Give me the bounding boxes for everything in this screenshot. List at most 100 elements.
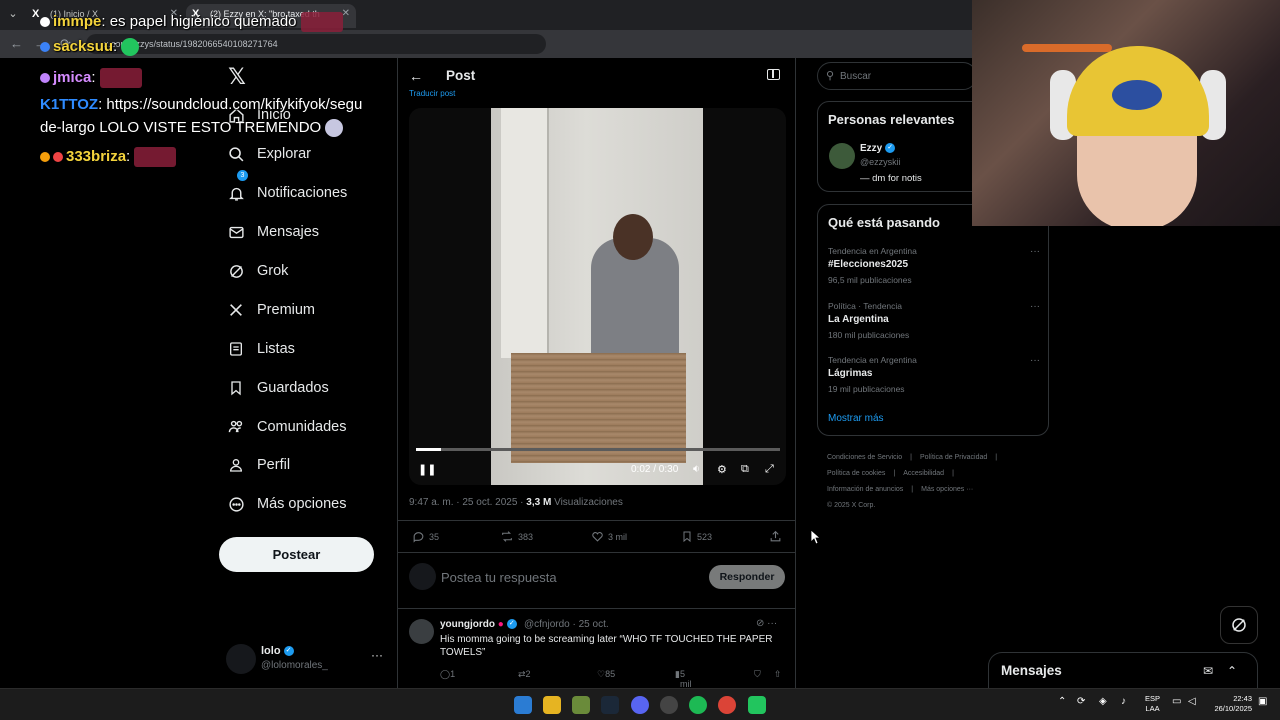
chrome-icon[interactable] [718,696,736,714]
windows-start-icon[interactable] [514,696,532,714]
reply-button[interactable]: Responder [709,565,785,589]
sync-icon[interactable]: ⟳ [1077,696,1085,707]
volume-icon[interactable]: ◁ [1188,696,1196,707]
more-horizontal-icon[interactable]: ··· [371,648,383,662]
sidebar-item-label: Mensajes [257,224,320,241]
like-action[interactable]: 3 mil [591,530,627,543]
people-icon [227,418,245,436]
grok-more-icons[interactable]: ⊘ ··· [756,618,777,629]
app-icon[interactable] [572,696,590,714]
post-button[interactable]: Postear [219,537,374,572]
bookmark-icon [683,531,691,543]
kick-icon[interactable] [748,696,766,714]
trend-count: 19 mil publicaciones [828,384,905,394]
cookies-link[interactable]: Política de cookies [827,470,885,477]
discord-icon[interactable] [631,696,649,714]
relevant-name[interactable]: Ezzy ✓ [860,143,896,154]
like-count[interactable]: ♡ 85 [597,669,615,680]
account-switcher[interactable]: lolo ✓ @lolomorales_ ··· [226,642,386,678]
sidebar-item-comunidades[interactable]: Comunidades [220,407,390,446]
language-indicator[interactable]: ESP LAA [1145,694,1160,714]
reply-count[interactable]: ◯ 1 [440,669,455,680]
sidebar-item-mensajes[interactable]: Mensajes [220,213,390,252]
chat-message: K1TTOZ: https://soundcloud.com/kifykifyo… [40,96,363,113]
notification-icon[interactable]: ▣ [1258,696,1267,707]
picture-in-picture-icon[interactable]: ⧉ [741,463,749,476]
microphone-icon[interactable]: ♪ [1121,696,1126,707]
sidebar-item-explorar[interactable]: Explorar [220,135,390,174]
privacy-link[interactable]: Política de Privacidad [920,454,987,461]
search-box[interactable]: ⚲ Buscar [817,62,977,90]
show-more-link[interactable]: Mostrar más [828,413,884,424]
ads-info-link[interactable]: Información de anuncios [827,486,903,493]
bookmark-action[interactable]: 523 [681,530,712,543]
view-count[interactable]: ▮ 5 mil [675,669,691,688]
sidebar-item-premium[interactable]: Premium [220,290,390,329]
bookmark-icon [227,379,245,397]
pause-icon[interactable]: ❚❚ [418,463,436,476]
sidebar-item-mas-opciones[interactable]: Más opciones [220,485,390,524]
reply-action[interactable]: 35 [412,530,439,543]
file-explorer-icon[interactable] [543,696,561,714]
webcam-decor [1022,44,1112,52]
video-player[interactable]: ❚❚ 0:02 / 0:30 🔉︎ ⚙︎ ⧉ ⤢ [409,108,786,485]
tab-close-icon[interactable]: ✕ [342,4,350,24]
account-handle: @lolomorales_ [261,660,328,671]
sidebar-item-listas[interactable]: Listas [220,329,390,368]
url-field[interactable]: x.com/ezzys/status/1982066540108271764 [86,34,546,54]
more-horizontal-icon[interactable]: ··· [1030,355,1040,366]
new-message-icon[interactable]: ✉ [1203,664,1213,678]
video-progress-fill [416,448,442,451]
sidebar-item-guardados[interactable]: Guardados [220,368,390,407]
more-options-link[interactable]: Más opciones ··· [921,486,973,493]
page-title: Post [446,68,476,83]
chat-badge-icon [40,42,50,53]
x-logo-icon[interactable]: 𝕏 [224,64,250,90]
reader-mode-icon[interactable] [767,69,780,80]
chevron-up-icon[interactable]: ⌃ [1058,696,1066,707]
sidebar-item-perfil[interactable]: Perfil [220,446,390,485]
sidebar-item-notificaciones[interactable]: 3 Notificaciones [220,169,390,213]
reply-input[interactable]: Postea tu respuesta [441,570,557,585]
shield-icon[interactable]: ◈ [1099,696,1107,707]
clock[interactable]: 22:43 26/10/2025 [1208,694,1252,714]
obs-icon[interactable] [660,696,678,714]
video-paper-stack [511,353,686,463]
steam-icon[interactable] [601,696,619,714]
video-progress-bar[interactable] [416,448,780,451]
share-icon[interactable]: ⇧ [774,669,782,680]
more-horizontal-icon[interactable]: ··· [1030,301,1040,312]
trend-item[interactable]: Tendencia en Argentina Lágrimas 19 mil p… [828,355,1040,405]
trend-item[interactable]: Tendencia en Argentina #Elecciones2025 9… [828,246,1040,296]
messages-drawer[interactable]: Mensajes ✉ ⌃ [988,652,1258,692]
grok-button[interactable] [1220,606,1258,644]
terms-link[interactable]: Condiciones de Servicio [827,454,902,461]
avatar[interactable] [829,143,855,169]
settings-gear-icon[interactable]: ⚙︎ [717,463,727,476]
more-horizontal-icon[interactable]: ··· [1030,246,1040,257]
reply-post[interactable]: youngjordo ● ✓ @cfnjordo · 25 oct. ⊘ ··· … [398,608,795,688]
trend-item[interactable]: Política · Tendencia La Argentina 180 mi… [828,301,1040,351]
bookmark-icon[interactable]: ⛉ [754,669,761,680]
accessibility-link[interactable]: Accesibilidad [903,470,944,477]
trend-count: 180 mil publicaciones [828,330,910,340]
webcam-beanie-logo [1112,80,1162,110]
sidebar-item-label: Explorar [257,146,311,163]
messages-title: Mensajes [1001,663,1062,678]
repost-count[interactable]: ⇄ 2 [518,669,531,680]
spotify-icon[interactable] [689,696,707,714]
sidebar-item-grok[interactable]: Grok [220,252,390,291]
network-icon[interactable]: ▭ [1172,696,1181,707]
back-arrow-icon[interactable]: ← [409,68,423,84]
tab-search-button[interactable]: ⌄ [4,5,22,23]
translate-link[interactable]: Traducir post [409,89,455,98]
volume-icon[interactable]: 🔉︎ [693,463,700,476]
chevron-up-icon[interactable]: ⌃ [1227,664,1237,678]
fullscreen-icon[interactable]: ⤢ [765,463,774,476]
webcam-overlay [972,0,1280,226]
back-arrow-icon[interactable]: ← [10,36,23,51]
emote-icon [121,38,140,57]
mouse-cursor-icon [811,530,821,544]
repost-action[interactable]: 383 [500,530,533,543]
share-action[interactable] [769,530,786,543]
